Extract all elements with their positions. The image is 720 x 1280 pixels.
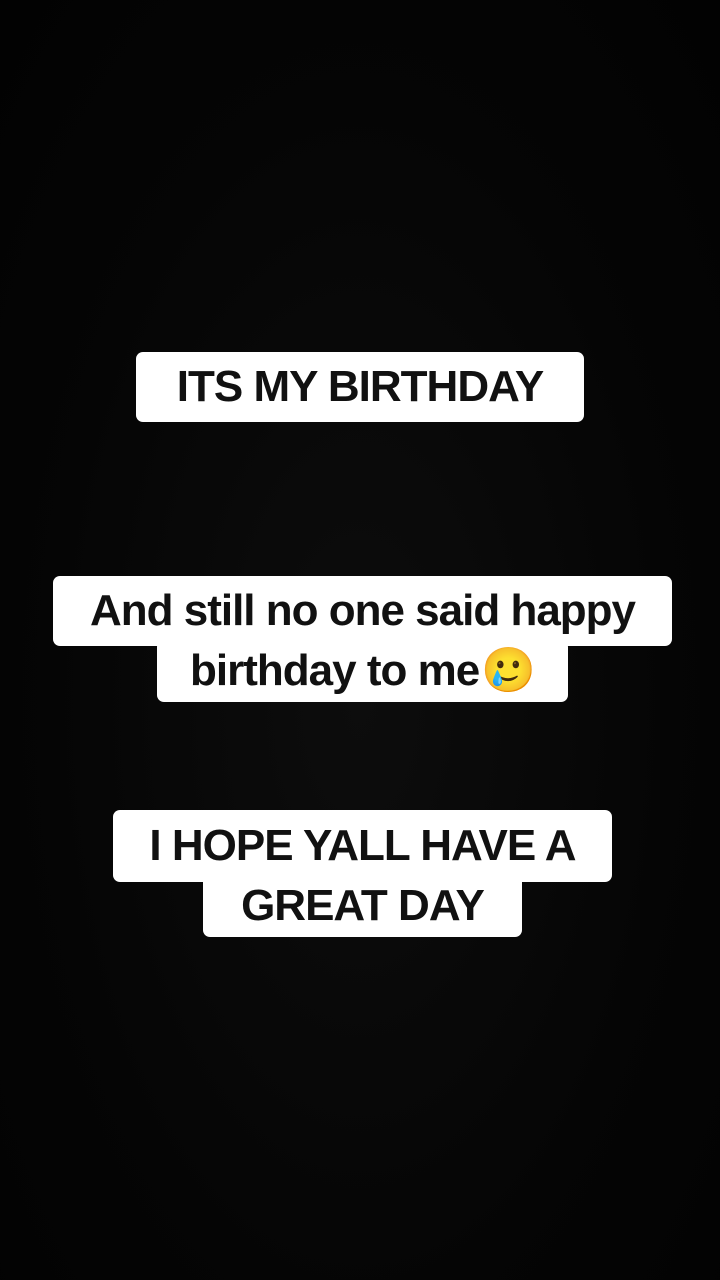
caption-no-one-said-line-2: birthday to me 🥲 xyxy=(157,640,568,702)
caption-its-my-birthday: ITS MY BIRTHDAY xyxy=(136,352,584,422)
caption-text: birthday to me xyxy=(190,646,480,695)
caption-text: GREAT DAY xyxy=(241,880,485,930)
caption-hope-line-1: I HOPE YALL HAVE A xyxy=(113,810,612,882)
caption-no-one-said-line-1: And still no one said happy xyxy=(53,576,672,646)
caption-hope-line-2: GREAT DAY xyxy=(203,874,522,937)
caption-text: ITS MY BIRTHDAY xyxy=(176,362,544,411)
smiling-face-with-tear-icon: 🥲 xyxy=(481,645,536,696)
caption-text: And still no one said happy xyxy=(89,586,636,635)
story-background: ITS MY BIRTHDAY And still no one said ha… xyxy=(0,0,720,1280)
caption-text: I HOPE YALL HAVE A xyxy=(149,821,576,870)
